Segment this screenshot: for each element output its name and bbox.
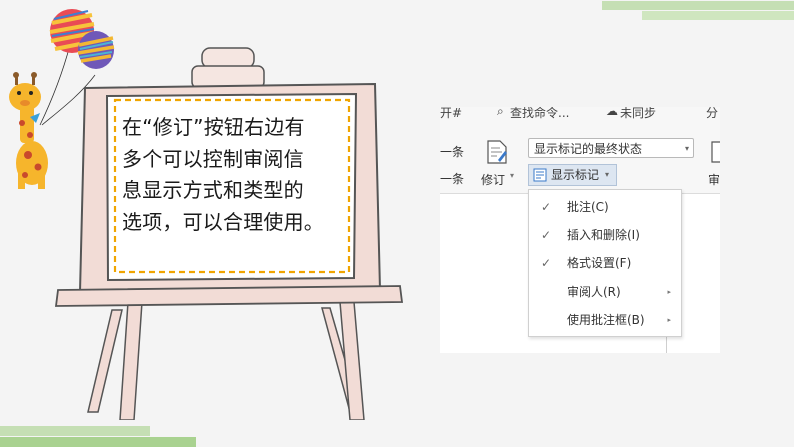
markup-icon bbox=[533, 168, 547, 182]
bottom-left-green-bar-2 bbox=[0, 437, 196, 447]
check-icon: ✓ bbox=[541, 200, 552, 214]
review-ribbon-screenshot: 开# ⌕ 查找命令... ☁ 未同步 分 一条 一条 修订 ▾ 显示标记的最终状… bbox=[440, 107, 720, 353]
menu-item-label: 批注(C) bbox=[567, 200, 609, 214]
menu-item-reviewers[interactable]: 审阅人(R) ▸ bbox=[529, 278, 681, 306]
top-strip-tab[interactable]: 开# bbox=[440, 107, 462, 121]
markup-state-select[interactable]: 显示标记的最终状态 ▾ bbox=[528, 138, 694, 158]
review-pane-label[interactable]: 审 bbox=[708, 171, 720, 188]
submenu-arrow-icon: ▸ bbox=[667, 288, 671, 296]
menu-item-balloons[interactable]: 使用批注框(B) ▸ bbox=[529, 306, 681, 334]
easel-board-text: 在“修订”按钮右边有 多个可以控制审阅信 息显示方式和类型的 选项，可以合理使用… bbox=[122, 115, 324, 234]
previous-item-label[interactable]: 一条 bbox=[440, 143, 464, 160]
show-markup-label: 显示标记 bbox=[551, 168, 600, 182]
next-item-label[interactable]: 一条 bbox=[440, 170, 464, 187]
menu-item-formatting[interactable]: ✓ 格式设置(F) bbox=[529, 249, 681, 277]
show-markup-button[interactable]: 显示标记 ▾ bbox=[528, 164, 617, 186]
show-markup-arrow: ▾ bbox=[605, 170, 610, 179]
review-ribbon: 开# ⌕ 查找命令... ☁ 未同步 分 一条 一条 修订 ▾ 显示标记的最终状… bbox=[440, 107, 720, 194]
track-changes-icon[interactable] bbox=[486, 140, 508, 164]
check-icon: ✓ bbox=[541, 228, 552, 242]
review-pane-icon[interactable] bbox=[710, 141, 720, 163]
sync-icon: ☁ bbox=[606, 107, 618, 118]
search-icon: ⌕ bbox=[497, 107, 504, 118]
command-search[interactable]: 查找命令... bbox=[510, 107, 569, 121]
sync-status[interactable]: 未同步 bbox=[620, 107, 656, 121]
show-markup-menu: ✓ 批注(C) ✓ 插入和删除(I) ✓ 格式设置(F) 审阅人(R) ▸ 使用… bbox=[528, 189, 682, 337]
submenu-arrow-icon: ▸ bbox=[667, 316, 671, 324]
track-changes-arrow[interactable]: ▾ bbox=[510, 171, 514, 180]
menu-item-label: 格式设置(F) bbox=[567, 256, 632, 270]
top-right-green-bar-2 bbox=[642, 11, 794, 20]
track-changes-button[interactable]: 修订 bbox=[481, 171, 505, 188]
menu-item-comments[interactable]: ✓ 批注(C) bbox=[529, 193, 681, 221]
check-icon: ✓ bbox=[541, 256, 552, 270]
menu-item-label: 审阅人(R) bbox=[567, 285, 621, 299]
menu-item-insertions-deletions[interactable]: ✓ 插入和删除(I) bbox=[529, 221, 681, 249]
share-tab[interactable]: 分 bbox=[706, 107, 718, 121]
menu-item-label: 插入和删除(I) bbox=[567, 228, 640, 242]
markup-state-value: 显示标记的最终状态 bbox=[534, 142, 643, 156]
ribbon-top-strip: 开# ⌕ 查找命令... ☁ 未同步 分 bbox=[440, 107, 720, 124]
menu-item-label: 使用批注框(B) bbox=[567, 313, 645, 327]
bottom-left-green-bar bbox=[0, 426, 150, 436]
chevron-down-icon: ▾ bbox=[684, 144, 689, 153]
top-right-green-bar bbox=[602, 1, 794, 10]
